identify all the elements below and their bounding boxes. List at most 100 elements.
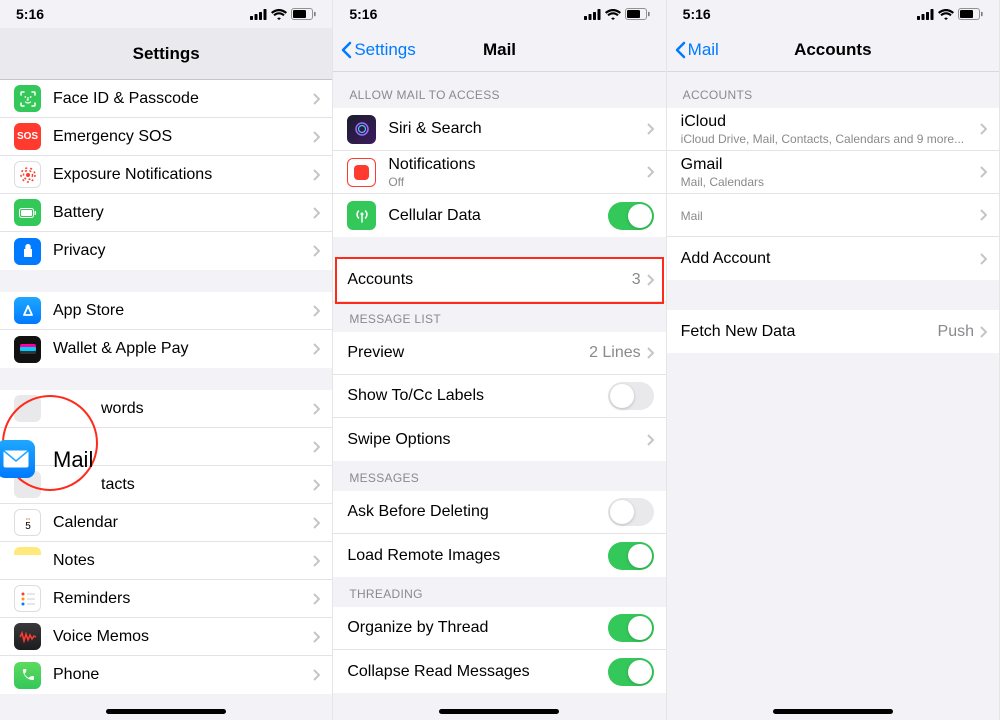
section-header-allow: ALLOW MAIL TO ACCESS [333, 72, 665, 108]
status-bar: 5:16 [0, 0, 332, 28]
row-label: Voice Memos [53, 628, 313, 646]
row-phone[interactable]: Phone [0, 656, 332, 694]
chevron-icon [980, 123, 987, 135]
battery-icon [958, 8, 983, 20]
chevron-icon [313, 593, 320, 605]
home-indicator[interactable] [773, 709, 893, 714]
back-label: Mail [688, 40, 719, 60]
row-fetch[interactable]: Fetch New Data Push [667, 310, 999, 353]
row-loadremote[interactable]: Load Remote Images [333, 534, 665, 577]
back-button[interactable]: Settings [341, 40, 415, 60]
row-voicememos[interactable]: Voice Memos [0, 618, 332, 656]
wifi-icon [605, 9, 621, 20]
reminders-icon [14, 585, 41, 612]
chevron-icon [313, 245, 320, 257]
row-label: Fetch New Data [681, 323, 938, 341]
row-label: Exposure Notifications [53, 166, 313, 184]
cellular-icon [250, 9, 267, 20]
row-exposure[interactable]: Exposure Notifications [0, 156, 332, 194]
row-label: Notes [53, 552, 313, 570]
row-reminders[interactable]: Reminders [0, 580, 332, 618]
row-siri[interactable]: Siri & Search [333, 108, 665, 151]
row-sublabel: iCloud Drive, Mail, Contacts, Calendars … [681, 132, 980, 146]
row-label: Notifications [388, 156, 646, 174]
chevron-icon [980, 209, 987, 221]
row-accounts[interactable]: Accounts 3 [333, 259, 665, 302]
mail-content[interactable]: ALLOW MAIL TO ACCESS Siri & Search Notif… [333, 72, 665, 720]
row-askdelete[interactable]: Ask Before Deleting [333, 491, 665, 534]
row-icloud[interactable]: iCloud iCloud Drive, Mail, Contacts, Cal… [667, 108, 999, 151]
cellular-toggle[interactable] [608, 202, 654, 230]
home-indicator[interactable] [439, 709, 559, 714]
privacy-icon [14, 238, 41, 265]
nav-bar: Settings [0, 28, 332, 80]
askdelete-toggle[interactable] [608, 498, 654, 526]
showtocc-toggle[interactable] [608, 382, 654, 410]
row-sublabel: Mail, Calendars [681, 175, 980, 189]
organize-toggle[interactable] [608, 614, 654, 642]
chevron-icon [313, 343, 320, 355]
row-label: tacts [53, 476, 313, 494]
siri-icon [347, 115, 376, 144]
row-redacted-account[interactable]: Mail [667, 194, 999, 237]
row-gmail[interactable]: Gmail Mail, Calendars [667, 151, 999, 194]
mail-icon [0, 440, 35, 478]
row-wallet[interactable]: Wallet & Apple Pay [0, 330, 332, 368]
wallet-icon [14, 336, 41, 363]
collapse-toggle[interactable] [608, 658, 654, 686]
chevron-icon [313, 93, 320, 105]
battery-icon [291, 8, 316, 20]
row-label: Siri & Search [388, 120, 646, 138]
row-organize[interactable]: Organize by Thread [333, 607, 665, 650]
battery-icon [625, 8, 650, 20]
faceid-icon [14, 85, 41, 112]
row-showtocc[interactable]: Show To/Cc Labels [333, 375, 665, 418]
exposure-icon [14, 161, 41, 188]
cellular-icon [584, 9, 601, 20]
nav-title: Settings [133, 44, 200, 64]
voicememos-icon [14, 623, 41, 650]
row-passwords[interactable]: words [0, 390, 332, 428]
row-preview[interactable]: Preview 2 Lines [333, 332, 665, 375]
chevron-icon [647, 274, 654, 286]
row-label: Ask Before Deleting [347, 503, 607, 521]
row-appstore[interactable]: App Store [0, 292, 332, 330]
row-label: Reminders [53, 590, 313, 608]
chevron-icon [313, 669, 320, 681]
chevron-icon [647, 166, 654, 178]
row-label: Phone [53, 666, 313, 684]
accounts-content[interactable]: ACCOUNTS iCloud iCloud Drive, Mail, Cont… [667, 72, 999, 720]
row-swipe[interactable]: Swipe Options [333, 418, 665, 461]
chevron-icon [313, 207, 320, 219]
chevron-icon [313, 403, 320, 415]
row-cellular[interactable]: Cellular Data [333, 194, 665, 237]
chevron-icon [313, 441, 320, 453]
nav-bar: Mail Accounts [667, 28, 999, 72]
status-bar: 5:16 [333, 0, 665, 28]
home-indicator[interactable] [106, 709, 226, 714]
row-mail[interactable] [0, 428, 332, 466]
loadremote-toggle[interactable] [608, 542, 654, 570]
row-calendar[interactable]: •••5 Calendar [0, 504, 332, 542]
back-button[interactable]: Mail [675, 40, 719, 60]
row-privacy[interactable]: Privacy [0, 232, 332, 270]
row-sos[interactable]: SOS Emergency SOS [0, 118, 332, 156]
row-collapse[interactable]: Collapse Read Messages [333, 650, 665, 693]
phone-icon [14, 662, 41, 689]
row-contacts[interactable]: tacts [0, 466, 332, 504]
row-label: Emergency SOS [53, 128, 313, 146]
section-header-accounts: ACCOUNTS [667, 72, 999, 108]
row-notifications[interactable]: Notifications Off [333, 151, 665, 194]
svg-text:5: 5 [25, 521, 31, 532]
back-label: Settings [354, 40, 415, 60]
row-faceid[interactable]: Face ID & Passcode [0, 80, 332, 118]
settings-content[interactable]: Face ID & Passcode SOS Emergency SOS Exp… [0, 80, 332, 720]
calendar-icon: •••5 [14, 509, 41, 536]
row-battery[interactable]: Battery [0, 194, 332, 232]
row-label: Cellular Data [388, 207, 607, 225]
status-icons [917, 8, 983, 20]
row-sublabel: Mail [681, 209, 980, 223]
row-add-account[interactable]: Add Account [667, 237, 999, 280]
row-notes[interactable]: Notes [0, 542, 332, 580]
status-icons [584, 8, 650, 20]
